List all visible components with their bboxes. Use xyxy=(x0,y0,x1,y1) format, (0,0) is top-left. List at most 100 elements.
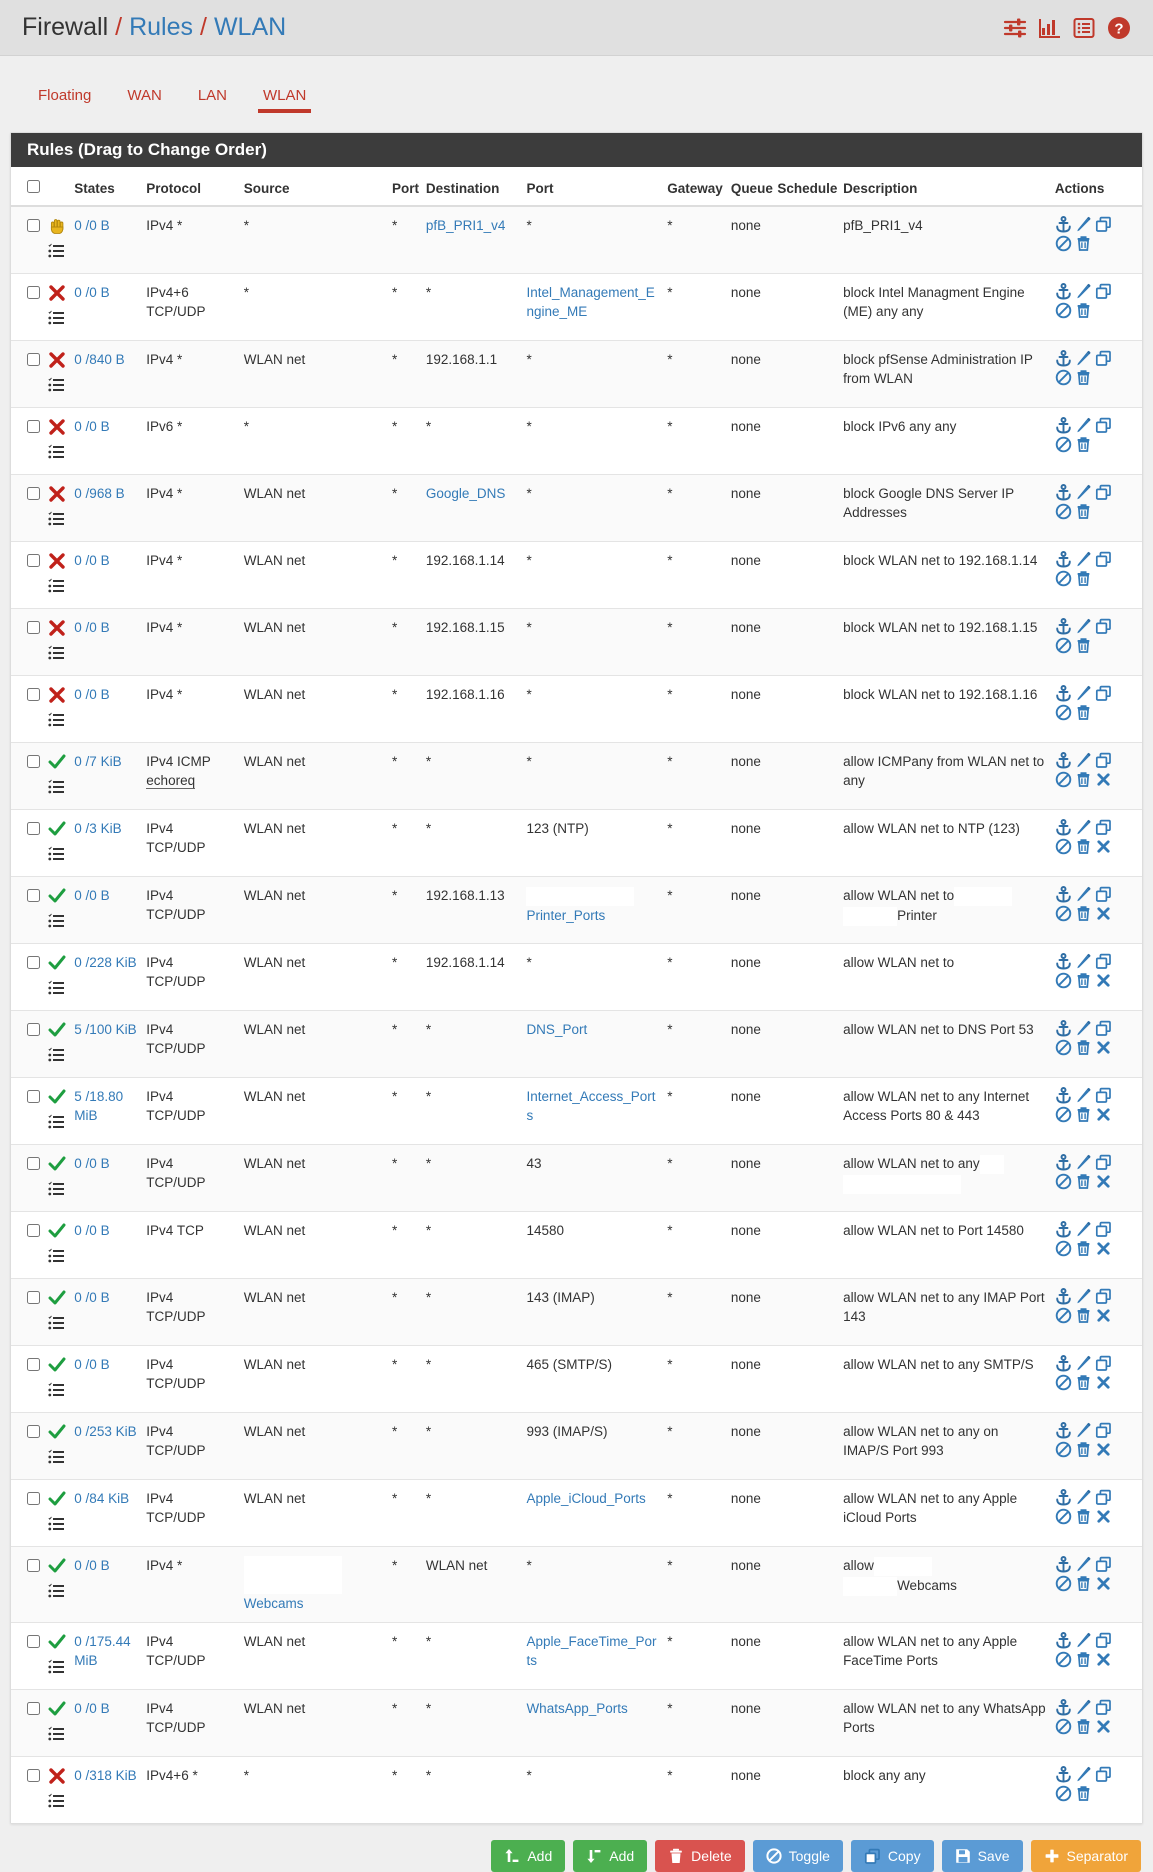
edit-icon[interactable] xyxy=(1075,618,1092,635)
edit-icon[interactable] xyxy=(1075,1154,1092,1171)
copy-icon[interactable] xyxy=(1095,1154,1112,1171)
edit-icon[interactable] xyxy=(1075,1221,1092,1238)
row-select-checkbox[interactable] xyxy=(27,353,40,366)
states-value[interactable]: 0 /84 KiB xyxy=(74,1491,129,1506)
rule-lines-icon[interactable] xyxy=(47,1382,66,1403)
copy-icon[interactable] xyxy=(1095,1087,1112,1104)
disable-icon[interactable] xyxy=(1055,1718,1072,1735)
advanced-filter-icon[interactable] xyxy=(1003,17,1027,39)
states-value[interactable]: 0 /0 B xyxy=(74,553,109,568)
rule-lines-icon[interactable] xyxy=(47,578,66,599)
anchor-icon[interactable] xyxy=(1055,1288,1072,1305)
table-row[interactable]: 0 /175.44 MiB IPv4 TCP/UDP WLAN net * * Apple… xyxy=(11,1622,1142,1690)
delete-icon[interactable] xyxy=(1075,1651,1092,1668)
rule-lines-icon[interactable] xyxy=(47,1047,66,1068)
copy-button[interactable]: Copy xyxy=(850,1840,934,1872)
anchor-icon[interactable] xyxy=(1055,886,1072,903)
edit-icon[interactable] xyxy=(1075,1632,1092,1649)
destination-value[interactable]: pfB_PRI1_v4 xyxy=(426,218,506,233)
states-value[interactable]: 0 /0 B xyxy=(74,1223,109,1238)
remove-x-icon[interactable] xyxy=(1095,972,1112,989)
copy-icon[interactable] xyxy=(1095,685,1112,702)
pass-check-icon[interactable] xyxy=(48,753,66,776)
states-value[interactable]: 0 /0 B xyxy=(74,687,109,702)
delete-icon[interactable] xyxy=(1075,905,1092,922)
states-value[interactable]: 0 /840 B xyxy=(74,352,124,367)
edit-icon[interactable] xyxy=(1075,1087,1092,1104)
row-select-checkbox[interactable] xyxy=(27,1425,40,1438)
states-value[interactable]: 0 /0 B xyxy=(74,1357,109,1372)
select-all-checkbox[interactable] xyxy=(27,180,40,193)
tab-floating[interactable]: Floating xyxy=(20,79,109,118)
tab-wan[interactable]: WAN xyxy=(109,79,179,118)
copy-icon[interactable] xyxy=(1095,551,1112,568)
remove-x-icon[interactable] xyxy=(1095,1240,1112,1257)
table-row[interactable]: 0 /0 B IPv4 TCP WLAN net * * 14580 * none allow … xyxy=(11,1211,1142,1279)
edit-icon[interactable] xyxy=(1075,1489,1092,1506)
copy-icon[interactable] xyxy=(1095,1489,1112,1506)
destination-port-value[interactable]: Apple_iCloud_Ports xyxy=(526,1491,645,1506)
breadcrumb-link-wlan[interactable]: WLAN xyxy=(214,13,286,42)
delete-icon[interactable] xyxy=(1075,1307,1092,1324)
disable-icon[interactable] xyxy=(1055,1173,1072,1190)
anchor-icon[interactable] xyxy=(1055,1699,1072,1716)
disable-icon[interactable] xyxy=(1055,235,1072,252)
disable-icon[interactable] xyxy=(1055,1575,1072,1592)
table-row[interactable]: 0 /253 KiB IPv4 TCP/UDP WLAN net * * 993 (IMA… xyxy=(11,1412,1142,1480)
rule-lines-icon[interactable] xyxy=(47,1114,66,1135)
anchor-icon[interactable] xyxy=(1055,1221,1072,1238)
row-select-checkbox[interactable] xyxy=(27,219,40,232)
table-row[interactable]: 0 /84 KiB IPv4 TCP/UDP WLAN net * * Apple_iCl… xyxy=(11,1479,1142,1547)
table-row[interactable]: 0 /0 B IPv4 TCP/UDP WLAN net * * 43 * none allow… xyxy=(11,1144,1142,1212)
disable-icon[interactable] xyxy=(1055,1307,1072,1324)
pass-check-icon[interactable] xyxy=(48,954,66,977)
table-row[interactable]: 0 /0 B IPv4 * WLAN net * 192.168.1.16 * * none b… xyxy=(11,675,1142,743)
disable-icon[interactable] xyxy=(1055,1039,1072,1056)
copy-icon[interactable] xyxy=(1095,819,1112,836)
disable-icon[interactable] xyxy=(1055,1651,1072,1668)
edit-icon[interactable] xyxy=(1075,1020,1092,1037)
edit-icon[interactable] xyxy=(1075,819,1092,836)
rule-lines-icon[interactable] xyxy=(47,913,66,934)
table-row[interactable]: 0 /318 KiB IPv4+6 * * * * * * none block any any xyxy=(11,1756,1142,1823)
table-row[interactable]: 0 /0 B IPv4 TCP/UDP WLAN net * * 465 (SMTP/S)… xyxy=(11,1345,1142,1413)
anchor-icon[interactable] xyxy=(1055,283,1072,300)
row-select-checkbox[interactable] xyxy=(27,1157,40,1170)
row-select-checkbox[interactable] xyxy=(27,688,40,701)
anchor-icon[interactable] xyxy=(1055,216,1072,233)
tab-wlan[interactable]: WLAN xyxy=(245,79,324,118)
remove-x-icon[interactable] xyxy=(1095,1651,1112,1668)
states-value[interactable]: 0 /175.44 MiB xyxy=(74,1634,130,1668)
edit-icon[interactable] xyxy=(1075,886,1092,903)
states-value[interactable]: 0 /3 KiB xyxy=(74,821,121,836)
anchor-icon[interactable] xyxy=(1055,1355,1072,1372)
reject-hand-icon[interactable] xyxy=(48,217,66,240)
row-select-checkbox[interactable] xyxy=(27,487,40,500)
delete-icon[interactable] xyxy=(1075,704,1092,721)
disable-icon[interactable] xyxy=(1055,1508,1072,1525)
table-row[interactable]: 0 /3 KiB IPv4 TCP/UDP WLAN net * * 123 (NTP) *… xyxy=(11,809,1142,877)
states-value[interactable]: 0 /7 KiB xyxy=(74,754,121,769)
disable-icon[interactable] xyxy=(1055,1240,1072,1257)
delete-icon[interactable] xyxy=(1075,1240,1092,1257)
edit-icon[interactable] xyxy=(1075,1766,1092,1783)
states-value[interactable]: 5 /100 KiB xyxy=(74,1022,136,1037)
rule-lines-icon[interactable] xyxy=(47,1181,66,1202)
states-value[interactable]: 0 /968 B xyxy=(74,486,124,501)
anchor-icon[interactable] xyxy=(1055,819,1072,836)
disable-icon[interactable] xyxy=(1055,771,1072,788)
delete-icon[interactable] xyxy=(1075,838,1092,855)
remove-x-icon[interactable] xyxy=(1095,1575,1112,1592)
delete-icon[interactable] xyxy=(1075,570,1092,587)
edit-icon[interactable] xyxy=(1075,216,1092,233)
pass-check-icon[interactable] xyxy=(48,1490,66,1513)
edit-icon[interactable] xyxy=(1075,283,1092,300)
table-row[interactable]: 0 /0 B IPv4 * WLAN net * 192.168.1.14 * * none b… xyxy=(11,541,1142,609)
copy-icon[interactable] xyxy=(1095,1020,1112,1037)
remove-x-icon[interactable] xyxy=(1095,905,1112,922)
disable-icon[interactable] xyxy=(1055,972,1072,989)
separator-button[interactable]: Separator xyxy=(1030,1840,1141,1872)
copy-icon[interactable] xyxy=(1095,484,1112,501)
delete-icon[interactable] xyxy=(1075,1441,1092,1458)
row-select-checkbox[interactable] xyxy=(27,956,40,969)
